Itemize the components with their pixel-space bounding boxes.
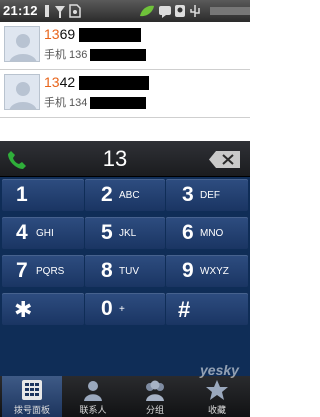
key-3[interactable]: 3 DEF [166,179,248,211]
group-icon [143,379,167,401]
tab-contacts[interactable]: 联系人 [63,376,123,417]
redaction-bar [79,76,150,91]
redaction-bar [90,49,147,62]
tab-dialpad[interactable]: 拨号面板 [2,376,62,417]
key-letters: + [119,304,125,315]
contact-name-rest: 69 [59,26,76,42]
contact-name-rest: 42 [59,74,76,90]
contact-person-icon [81,379,105,401]
contact-name-match: 13 [44,74,60,90]
key-letters: JKL [119,228,137,239]
key-star[interactable]: ✱ [2,293,84,325]
contact-row[interactable]: 1369 手机 136 [0,22,250,70]
status-bar: 21:12 [0,0,250,22]
key-6[interactable]: 6 MNO [166,217,248,249]
tab-label: 分组 [145,405,164,415]
key-8[interactable]: 8 TUV [85,255,165,287]
redaction-bar [79,28,142,43]
key-0[interactable]: 0 + [85,293,165,325]
key-4[interactable]: 4 GHI [2,217,84,249]
call-button[interactable] [6,149,28,171]
key-hash[interactable]: # [166,293,248,325]
backspace-button[interactable] [208,150,242,169]
key-digit: ✱ [14,297,33,322]
contact-card-icon [174,4,186,18]
contact-name-match: 13 [44,26,60,42]
signal-icon [54,4,66,18]
key-digit: 2 [101,183,113,206]
key-letters: PQRS [36,266,65,277]
key-letters: GHI [36,228,54,239]
status-time: 21:12 [3,3,38,18]
avatar [4,74,40,110]
tab-groups[interactable]: 分组 [125,376,185,417]
contact-row[interactable]: 1342 手机 134 [0,70,250,118]
key-5[interactable]: 5 JKL [85,217,165,249]
key-digit: 1 [16,183,28,206]
data-icon [210,4,250,18]
message-icon [158,4,172,18]
bottom-tab-bar: 拨号面板 联系人 分组 收藏 [0,376,250,417]
contact-number-prefix: 手机 136 [44,49,88,61]
dialpad-icon [20,379,44,401]
key-digit: 7 [16,259,28,282]
watermark-logo: yesky [200,362,239,378]
usb-icon [189,4,201,18]
key-9[interactable]: 9 WXYZ [166,255,248,287]
key-digit: 6 [182,221,194,244]
key-digit: 9 [182,259,194,282]
sim-icon [44,4,50,18]
tab-label: 联系人 [79,405,107,415]
dialed-number[interactable]: 13 [60,146,170,172]
contact-list: 1369 手机 136 1342 手机 134 [0,22,250,141]
key-letters: MNO [200,228,224,239]
key-letters: DEF [200,190,220,201]
tab-favorites[interactable]: 收藏 [187,376,247,417]
key-2[interactable]: 2 ABC [85,179,165,211]
key-letters: WXYZ [200,266,229,277]
redaction-bar [90,97,147,110]
tab-label: 收藏 [207,405,226,415]
key-digit: # [178,297,191,322]
key-digit: 8 [101,259,113,282]
contact-number: 手机 136 [44,46,147,62]
dial-input-bar: 13 [0,141,250,177]
contact-name: 1369 [44,26,142,43]
key-letters: TUV [119,266,139,277]
sd-card-icon [69,4,81,18]
key-7[interactable]: 7 PQRS [2,255,84,287]
contact-name: 1342 [44,74,150,91]
contact-number: 手机 134 [44,94,147,110]
key-1[interactable]: 1 [2,179,84,211]
key-digit: 5 [101,221,113,244]
key-digit: 0 [101,297,113,320]
key-digit: 4 [16,221,28,244]
tab-label: 拨号面板 [13,405,50,415]
key-digit: 3 [182,183,194,206]
contact-number-prefix: 手机 134 [44,97,88,109]
avatar [4,26,40,62]
favorites-icon [205,379,229,401]
key-letters: ABC [119,190,140,201]
battery-leaf-icon [138,4,156,18]
keypad: 1 2 ABC 3 DEF 4 GHI 5 JKL 6 MNO 7 PQRS 8 [0,177,250,371]
